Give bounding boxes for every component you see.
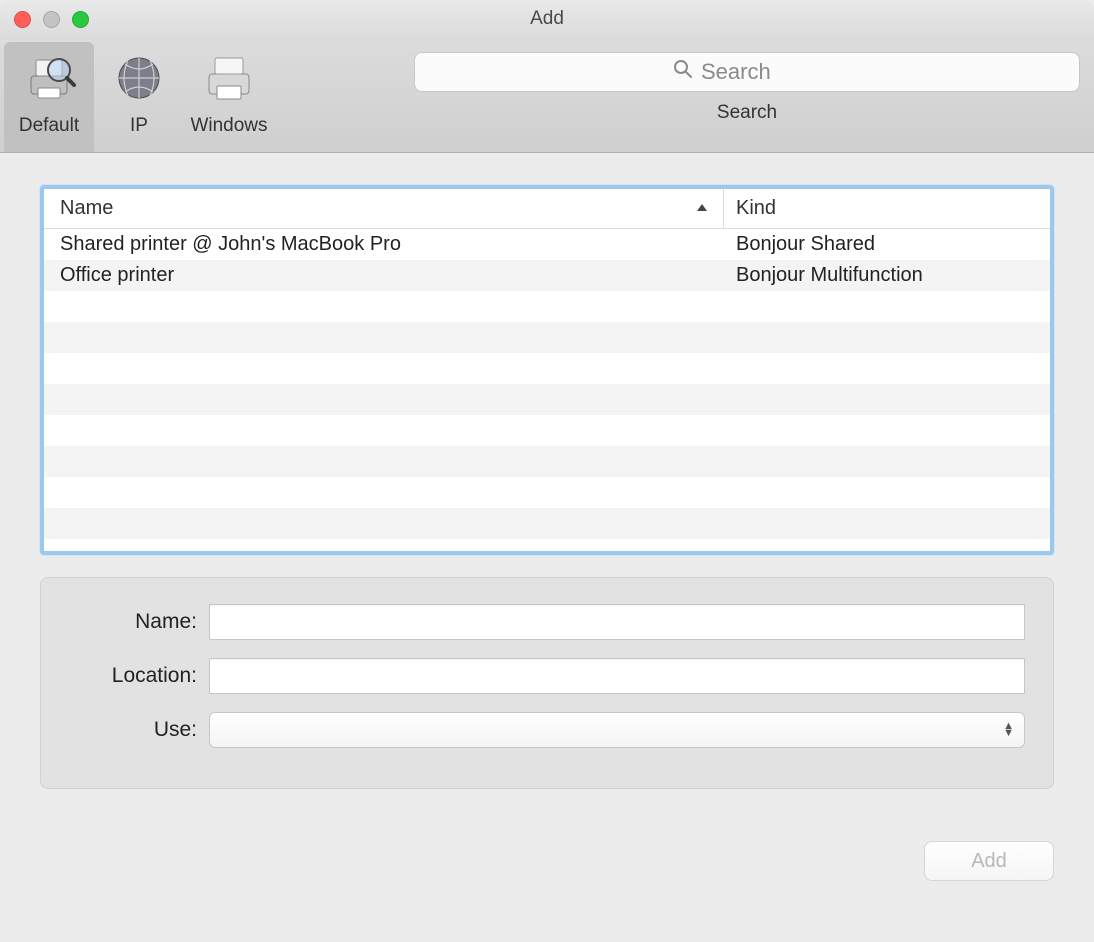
- location-label: Location:: [69, 664, 209, 688]
- printer-row-empty: [44, 539, 1050, 551]
- search-section-label: Search: [414, 102, 1080, 124]
- printer-details-panel: Name: Location: Use: ▲▼: [40, 577, 1054, 789]
- printer-row[interactable]: Office printer Bonjour Multifunction: [44, 260, 1050, 291]
- location-field[interactable]: [209, 658, 1025, 694]
- printer-row-empty: [44, 508, 1050, 539]
- printer-row-empty: [44, 322, 1050, 353]
- printer-row-empty: [44, 415, 1050, 446]
- printer-search-icon: [21, 50, 77, 111]
- footer: Add: [0, 813, 1094, 905]
- printer-kind-cell: Bonjour Shared: [724, 233, 1050, 256]
- tab-default[interactable]: Default: [4, 42, 94, 152]
- zoom-window-button[interactable]: [72, 11, 89, 28]
- add-button-label: Add: [971, 850, 1007, 873]
- printer-name-cell: Shared printer @ John's MacBook Pro: [44, 233, 724, 256]
- tab-label: IP: [130, 115, 148, 137]
- use-select[interactable]: ▲▼: [209, 712, 1025, 748]
- printer-kind-cell: Bonjour Multifunction: [724, 264, 1050, 287]
- window-title: Add: [0, 8, 1094, 30]
- tab-label: Windows: [190, 115, 267, 137]
- titlebar: Add: [0, 0, 1094, 38]
- column-header-name[interactable]: Name: [44, 189, 724, 228]
- printer-list-header: Name Kind: [44, 189, 1050, 229]
- printer-list-rows: Shared printer @ John's MacBook Pro Bonj…: [44, 229, 1050, 551]
- printer-row-empty: [44, 353, 1050, 384]
- select-stepper-icon: ▲▼: [1003, 723, 1014, 737]
- printer-list: Name Kind Shared printer @ John's MacBoo…: [40, 185, 1054, 555]
- printer-row-empty: [44, 384, 1050, 415]
- name-label: Name:: [69, 610, 209, 634]
- printer-row[interactable]: Shared printer @ John's MacBook Pro Bonj…: [44, 229, 1050, 260]
- tab-ip[interactable]: IP: [94, 42, 184, 152]
- name-field[interactable]: [209, 604, 1025, 640]
- sort-ascending-icon: [695, 200, 709, 218]
- printer-name-cell: Office printer: [44, 264, 724, 287]
- content-area: Name Kind Shared printer @ John's MacBoo…: [0, 153, 1094, 813]
- tab-windows[interactable]: Windows: [184, 42, 274, 152]
- printer-row-empty: [44, 291, 1050, 322]
- toolbar-tabs: Default IP Windows: [4, 42, 274, 152]
- minimize-window-button: [43, 11, 60, 28]
- globe-network-icon: [111, 50, 167, 111]
- window-controls: [14, 11, 89, 28]
- printer-row-empty: [44, 446, 1050, 477]
- toolbar-search-section: Search: [274, 42, 1080, 152]
- printer-row-empty: [44, 477, 1050, 508]
- search-icon: [673, 59, 693, 85]
- add-button[interactable]: Add: [924, 841, 1054, 881]
- column-header-kind-label: Kind: [736, 197, 776, 220]
- printer-icon: [201, 50, 257, 111]
- column-header-kind[interactable]: Kind: [724, 189, 1050, 228]
- close-window-button[interactable]: [14, 11, 31, 28]
- search-input[interactable]: [701, 59, 821, 85]
- tab-label: Default: [19, 115, 79, 137]
- search-field-wrap[interactable]: [414, 52, 1080, 92]
- use-label: Use:: [69, 718, 209, 742]
- column-header-name-label: Name: [60, 197, 113, 220]
- toolbar: Default IP Windows: [0, 38, 1094, 153]
